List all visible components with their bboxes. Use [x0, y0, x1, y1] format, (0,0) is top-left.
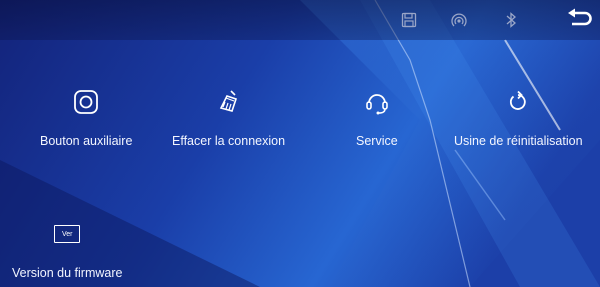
version-icon: Ver: [47, 214, 87, 254]
factory-reset-label: Usine de réinitialisation: [454, 134, 583, 148]
auxiliary-button-icon: [66, 82, 106, 122]
hotspot-icon: [448, 9, 470, 31]
factory-reset-tile[interactable]: Usine de réinitialisation: [454, 82, 583, 148]
save-icon: [398, 9, 420, 31]
clear-connection-label: Effacer la connexion: [172, 134, 286, 148]
firmware-version-label: Version du firmware: [12, 266, 123, 280]
auxiliary-button-tile[interactable]: Bouton auxiliaire: [40, 82, 132, 148]
bluetooth-icon: [500, 9, 522, 31]
reset-icon: [498, 82, 538, 122]
status-bar: [0, 0, 600, 40]
back-arrow-icon[interactable]: [564, 6, 594, 34]
service-tile[interactable]: Service: [356, 82, 398, 148]
broom-icon: [209, 82, 249, 122]
service-label: Service: [356, 134, 398, 148]
clear-connection-tile[interactable]: Effacer la connexion: [172, 82, 285, 148]
version-icon-text: Ver: [54, 225, 81, 243]
firmware-version-tile[interactable]: Ver Version du firmware: [12, 214, 122, 280]
headset-icon: [357, 82, 397, 122]
auxiliary-button-label: Bouton auxiliaire: [40, 134, 133, 148]
